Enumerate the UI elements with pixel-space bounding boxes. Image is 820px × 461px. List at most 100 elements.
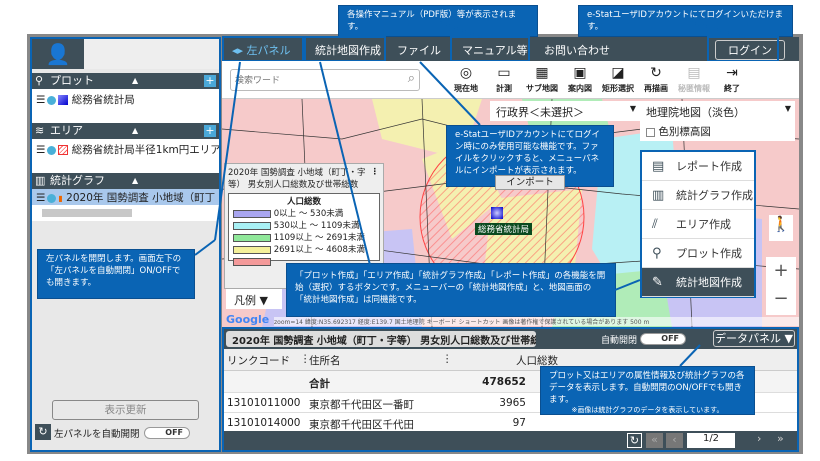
scrollbar[interactable] <box>42 209 132 217</box>
page-indicator[interactable]: 1/2 <box>687 433 735 448</box>
dropdown-icon: ▼ <box>629 104 636 113</box>
add-area-button[interactable]: + <box>204 125 216 137</box>
collapse-icon[interactable]: ▲ <box>132 173 138 189</box>
visibility-icon[interactable] <box>47 145 57 155</box>
legend-swatch <box>233 209 271 218</box>
auto-toggle-label: 左パネルを自動開閉 <box>54 429 140 440</box>
toolbar: ⌕ ◎現在地▭計測▦サブ地図▣案内図◪矩形選択↻再描画▤秘匿情報⇥終了 <box>222 61 799 99</box>
list-item[interactable]: ☰ 総務省統計局 <box>32 89 219 123</box>
toolbar-button-1[interactable]: ▭ 計測 <box>484 63 524 94</box>
list-item[interactable]: ☰▮ 2020年 国勢調査 小地域（町丁・字等） <box>32 189 219 205</box>
toolbar-button-3[interactable]: ▣ 案内図 <box>560 63 600 94</box>
street-view-icon[interactable]: 🚶 <box>769 215 793 241</box>
toolbar-button-5[interactable]: ↻ 再描画 <box>636 63 676 94</box>
legend-swatch <box>233 233 271 242</box>
reload-icon[interactable]: ↻ <box>627 433 642 448</box>
menu-item-2[interactable]: ⫽ エリア作成 <box>642 210 754 239</box>
legend-field: 人口総数 <box>286 197 321 207</box>
area-icon <box>58 145 69 155</box>
menu-icon: ▤ <box>652 159 665 174</box>
callout-data-panel: プロット又はエリアの属性情報及び統計グラフの各データを表示します。自動開閉のON… <box>540 366 755 415</box>
legend-row: 530以上 ～ 1109未満 <box>233 220 375 232</box>
toolbar-icon: ▦ <box>535 65 549 81</box>
toolbar-icon: ▣ <box>573 65 587 81</box>
zoom-control: + − <box>766 257 796 315</box>
layers-icon: ≋ <box>35 124 45 137</box>
google-logo: Google <box>226 313 270 326</box>
section-plot[interactable]: ⚲ プロット ▲ + <box>32 73 219 89</box>
left-panel: 👤 ⚲ プロット ▲ + ☰ 総務省統計局 ≋ エリア ▲ + ☰ 総務省統計局半径1km円… <box>30 37 221 452</box>
admin-boundary-select[interactable]: 行政界＜未選択＞ ▼ <box>490 101 640 121</box>
menu-item-0[interactable]: ▤ レポート作成 <box>642 152 754 181</box>
toolbar-button-0[interactable]: ◎ 現在地 <box>446 63 486 94</box>
left-auto-toggle[interactable]: OFF <box>144 427 190 439</box>
menu-contact[interactable]: お問い合わせ <box>544 42 610 58</box>
pin-icon: ⚲ <box>35 74 44 87</box>
menu-icon: ⚲ <box>652 246 662 261</box>
last-page-button[interactable]: » <box>777 432 784 445</box>
menu-item-4[interactable]: ✎ 統計地図作成 <box>642 268 754 297</box>
map-attribution: zoom=14 緯度:N35.692317 経度:E139.7 国土地理院 キー… <box>274 317 799 326</box>
dropdown-icon: ▼ <box>784 104 791 113</box>
legend-row: 2691以上 ～ 4608未満 <box>233 244 375 256</box>
toolbar-button-2[interactable]: ▦ サブ地図 <box>522 63 562 94</box>
import-button[interactable]: インポート <box>495 175 565 190</box>
zoom-in-button[interactable]: + <box>766 257 796 285</box>
search-icon[interactable]: ⌕ <box>408 71 415 86</box>
list-item[interactable]: ☰ 総務省統計局半径1km円エリア <box>32 139 219 173</box>
highlight <box>707 36 779 62</box>
menu-item-3[interactable]: ⚲ プロット作成 <box>642 239 754 268</box>
callout-manual: 各操作マニュアル（PDF版）等が表示されます。 <box>338 5 538 37</box>
visibility-icon[interactable] <box>47 95 57 105</box>
section-area[interactable]: ≋ エリア ▲ + <box>32 123 219 139</box>
bar-chart-icon: ▮ <box>58 194 63 203</box>
legend-toggle[interactable]: 凡例 ▼ <box>226 289 282 309</box>
toolbar-button-7[interactable]: ⇥ 終了 <box>712 63 752 94</box>
menu-item-1[interactable]: ▥ 統計グラフ作成 <box>642 181 754 210</box>
visibility-icon[interactable] <box>47 193 57 203</box>
refresh-button[interactable]: 表示更新 <box>52 400 199 420</box>
toolbar-icon: ↻ <box>650 65 662 81</box>
legend-title: 2020年 国勢調査 小地域（町丁・字等） 男女別人口総数及び世帯総数 <box>228 168 366 190</box>
toolbar-icon: ▤ <box>687 65 701 81</box>
toolbar-button-6[interactable]: ▤ 秘匿情報 <box>674 63 714 94</box>
section-graph[interactable]: ▥ 統計グラフ ▲ <box>32 173 219 189</box>
menu-file[interactable]: ファイル <box>397 42 441 58</box>
callout-create: 「プロット作成」「エリア作成」「統計グラフ作成」「レポート作成」の各機能を開始（… <box>286 263 616 317</box>
data-auto-toggle[interactable]: OFF <box>640 333 686 345</box>
toolbar-button-4[interactable]: ◪ 矩形選択 <box>598 63 638 94</box>
collapse-icon[interactable]: ▲ <box>132 73 138 89</box>
plot-marker[interactable] <box>491 207 503 219</box>
table-row[interactable]: 13101014000 東京都千代田区千代田 97 <box>224 413 797 433</box>
add-plot-button[interactable]: + <box>204 75 216 87</box>
data-panel-button[interactable]: データパネル ▼ <box>713 330 795 347</box>
marker-label: 総務省統計局 <box>475 223 533 235</box>
marker-icon <box>58 95 69 105</box>
highlight <box>450 36 530 62</box>
elevation-checkbox[interactable] <box>646 127 655 137</box>
first-page-button[interactable]: « <box>646 433 663 448</box>
base-map-select[interactable]: 地理院地図（淡色） ▼ 色別標高図 <box>640 101 795 141</box>
create-menu: ▤ レポート作成 ▥ 統計グラフ作成 ⫽ エリア作成 ⚲ プロット作成 ✎ 統計地図作成 <box>640 150 756 298</box>
auto-label: 自動開閉 <box>601 336 638 346</box>
next-page-button[interactable]: › <box>757 432 761 445</box>
prev-page-button[interactable]: ‹ <box>666 433 683 448</box>
legend-row: 0以上 ～ 530未満 <box>233 208 375 220</box>
collapse-icon[interactable]: ▲ <box>132 123 138 139</box>
zoom-out-button[interactable]: − <box>766 285 796 313</box>
menu-icon: ✎ <box>652 275 663 290</box>
toolbar-icon: ◎ <box>459 65 473 81</box>
toolbar-icon: ◪ <box>611 65 625 81</box>
avatar-icon[interactable]: 👤 <box>32 39 84 69</box>
more-icon[interactable]: ⋮ <box>371 166 380 178</box>
legend-swatch <box>233 245 271 254</box>
callout-left-panel: 左パネルを開閉します。画面左下の「左パネルを自動開閉」ON/OFFでも開きます。 <box>37 249 195 299</box>
data-title: 2020年 国勢調査 小地域（町丁・字等） 男女別人口総数及び世帯総数… <box>226 331 536 347</box>
toolbar-icon: ▭ <box>497 65 511 81</box>
search-input[interactable] <box>235 71 395 89</box>
callout-login: e-StatユーザIDアカウントにてログインいただけます。 <box>578 5 793 37</box>
search-box[interactable]: ⌕ <box>230 69 420 91</box>
highlight <box>304 36 386 62</box>
chart-icon: ▥ <box>35 174 46 187</box>
sync-icon[interactable]: ↻ <box>35 424 51 440</box>
